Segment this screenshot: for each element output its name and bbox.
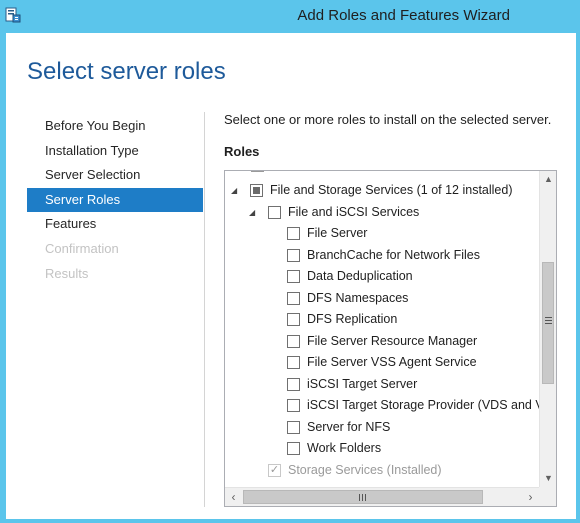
scroll-left-arrow-icon[interactable]: ‹	[225, 488, 242, 506]
checkbox-storage-services: ✓	[268, 464, 281, 477]
tree-row-file-server-vss-agent[interactable]: File Server VSS Agent Service	[225, 352, 539, 374]
tree-row-iscsi-target-storage-provider[interactable]: iSCSI Target Storage Provider (VDS and V…	[225, 395, 539, 417]
scrollbar-corner	[539, 487, 556, 506]
scroll-down-arrow-icon[interactable]: ▼	[540, 470, 556, 487]
horizontal-scrollbar[interactable]: ‹ ›	[225, 487, 539, 506]
grip-icon	[359, 494, 366, 501]
roles-tree-content: ◢ File and Storage Services (1 of 12 ins…	[225, 171, 539, 487]
role-label: Server for NFS	[307, 420, 391, 434]
window-frame-right	[576, 33, 580, 523]
tree-row-file-and-iscsi-services[interactable]: ◢ File and iSCSI Services	[225, 202, 539, 224]
collapse-arrow-icon[interactable]: ◢	[231, 180, 237, 202]
checkbox-server-for-nfs[interactable]	[287, 421, 300, 434]
checkbox-branchcache[interactable]	[287, 249, 300, 262]
tree-row-dfs-namespaces[interactable]: DFS Namespaces	[225, 288, 539, 310]
roles-heading: Roles	[224, 144, 260, 159]
nav-item-before-you-begin[interactable]: Before You Begin	[27, 114, 203, 139]
nav-divider	[204, 112, 205, 507]
checkbox-work-folders[interactable]	[287, 442, 300, 455]
checkbox-file-server-vss-agent[interactable]	[287, 356, 300, 369]
tree-row-partial	[225, 171, 539, 177]
checkbox-iscsi-target-server[interactable]	[287, 378, 300, 391]
vertical-scrollbar[interactable]: ▲ ▼	[539, 171, 556, 487]
checkbox-file-and-iscsi-services[interactable]	[268, 206, 281, 219]
tree-row-storage-services: ✓ Storage Services (Installed)	[225, 460, 539, 482]
scroll-up-arrow-icon[interactable]: ▲	[540, 171, 556, 188]
tree-row-work-folders[interactable]: Work Folders	[225, 438, 539, 460]
roles-tree[interactable]: ◢ File and Storage Services (1 of 12 ins…	[224, 170, 557, 507]
page-title: Select server roles	[27, 58, 226, 85]
role-label: File Server VSS Agent Service	[307, 355, 477, 369]
role-label: File and iSCSI Services	[288, 205, 420, 219]
tree-row-data-deduplication[interactable]: Data Deduplication	[225, 266, 539, 288]
checkbox	[251, 171, 264, 172]
window-frame-left	[0, 33, 6, 523]
role-label: Storage Services (Installed)	[288, 463, 442, 477]
nav-item-installation-type[interactable]: Installation Type	[27, 139, 203, 164]
checkbox-dfs-replication[interactable]	[287, 313, 300, 326]
checkbox-file-server-resource-manager[interactable]	[287, 335, 300, 348]
checkbox-data-deduplication[interactable]	[287, 270, 300, 283]
vertical-scroll-thumb[interactable]	[542, 262, 554, 384]
checkbox-file-and-storage-services[interactable]	[250, 184, 263, 197]
tree-row-iscsi-target-server[interactable]: iSCSI Target Server	[225, 374, 539, 396]
tree-row-server-for-nfs[interactable]: Server for NFS	[225, 417, 539, 439]
tree-row-file-and-storage-services[interactable]: ◢ File and Storage Services (1 of 12 ins…	[225, 180, 539, 202]
role-label: BranchCache for Network Files	[307, 248, 480, 262]
instruction-text: Select one or more roles to install on t…	[224, 112, 552, 127]
nav-item-server-selection[interactable]: Server Selection	[27, 163, 203, 188]
window-frame-bottom	[0, 519, 580, 523]
window-title: Add Roles and Features Wizard	[297, 7, 510, 24]
role-label: DFS Replication	[307, 312, 398, 326]
tree-row-file-server-resource-manager[interactable]: File Server Resource Manager	[225, 331, 539, 353]
title-bar: Add Roles and Features Wizard	[0, 0, 580, 33]
role-label: File and Storage Services (1 of 12 insta…	[270, 183, 513, 197]
nav-item-results: Results	[45, 265, 89, 281]
grip-icon	[545, 317, 552, 325]
role-label: File Server Resource Manager	[307, 334, 478, 348]
role-label: File Server	[307, 226, 368, 240]
nav-item-server-roles[interactable]: Server Roles	[27, 187, 203, 213]
horizontal-scroll-thumb[interactable]	[243, 490, 483, 504]
role-label: iSCSI Target Storage Provider (VDS and V…	[307, 398, 539, 412]
checkbox-dfs-namespaces[interactable]	[287, 292, 300, 305]
scroll-right-arrow-icon[interactable]: ›	[522, 488, 539, 506]
nav-item-features[interactable]: Features	[27, 212, 203, 237]
tree-row-dfs-replication[interactable]: DFS Replication	[225, 309, 539, 331]
wizard-nav: Before You Begin Installation Type Serve…	[27, 114, 203, 286]
role-label: Work Folders	[307, 441, 382, 455]
tree-row-file-server[interactable]: File Server	[225, 223, 539, 245]
checkbox-iscsi-target-storage-provider[interactable]	[287, 399, 300, 412]
role-label: Data Deduplication	[307, 269, 413, 283]
role-label: iSCSI Target Server	[307, 377, 418, 391]
tree-row-branchcache[interactable]: BranchCache for Network Files	[225, 245, 539, 267]
nav-item-confirmation: Confirmation	[45, 240, 119, 256]
collapse-arrow-icon[interactable]: ◢	[249, 202, 255, 224]
checkbox-file-server[interactable]	[287, 227, 300, 240]
role-label: DFS Namespaces	[307, 291, 409, 305]
